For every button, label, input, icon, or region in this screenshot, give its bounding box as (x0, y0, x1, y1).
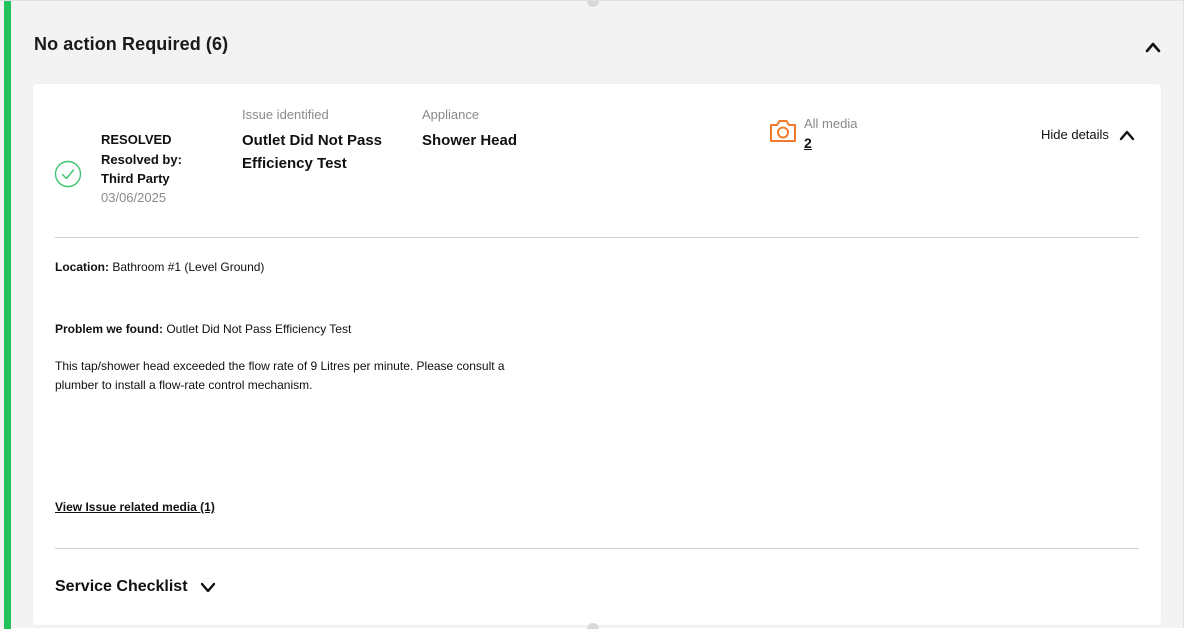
scroll-indicator (587, 623, 599, 629)
service-checklist-toggle[interactable]: Service Checklist (55, 578, 216, 596)
resolved-by-value: Third Party (101, 171, 170, 186)
location-value: Bathroom #1 (Level Ground) (112, 260, 265, 274)
view-issue-media-link[interactable]: View Issue related media (1) (55, 500, 215, 514)
problem-line: Problem we found: Outlet Did Not Pass Ef… (55, 322, 351, 336)
status-text: RESOLVED (101, 132, 172, 147)
chevron-down-icon (200, 582, 215, 593)
resolved-date: 03/06/2025 (101, 190, 167, 205)
divider (55, 548, 1139, 549)
issue-identified-value-line1: Outlet Did Not Pass (242, 132, 383, 149)
chevron-up-icon (1119, 130, 1135, 140)
appliance-label: Appliance (422, 107, 480, 122)
hide-details-label: Hide details (1041, 127, 1109, 142)
section-title: No action Required (6) (34, 34, 229, 54)
scroll-indicator (587, 1, 599, 7)
problem-label: Problem we found: (55, 322, 163, 336)
camera-icon[interactable] (768, 118, 798, 144)
service-checklist-label: Service Checklist (55, 578, 188, 595)
all-media-count-link[interactable]: 2 (804, 135, 812, 151)
resolved-by-label: Resolved by: (101, 152, 182, 167)
all-media-label: All media (804, 116, 858, 131)
appliance-value: Shower Head (422, 132, 518, 149)
divider (55, 237, 1139, 238)
location-label: Location: (55, 260, 109, 274)
hide-details-button[interactable]: Hide details (1041, 127, 1135, 142)
issues-panel: No action Required (6) RESOLVED Resolved… (0, 0, 1184, 629)
chevron-up-icon (1145, 42, 1161, 53)
check-circle-icon (54, 160, 82, 188)
problem-value: Outlet Did Not Pass Efficiency Test (166, 322, 352, 336)
collapse-section-button[interactable] (1140, 34, 1166, 60)
description-line: This tap/shower head exceeded the flow r… (55, 359, 505, 373)
issue-identified-label: Issue identified (242, 107, 329, 122)
description-line: plumber to install a flow-rate control m… (55, 378, 313, 392)
status-accent-bar (4, 1, 11, 629)
issue-identified-value-line2: Efficiency Test (242, 155, 347, 172)
problem-description: This tap/shower head exceeded the flow r… (55, 357, 575, 395)
location-line: Location: Bathroom #1 (Level Ground) (55, 260, 264, 274)
issue-card: RESOLVED Resolved by: Third Party 03/06/… (33, 84, 1161, 625)
